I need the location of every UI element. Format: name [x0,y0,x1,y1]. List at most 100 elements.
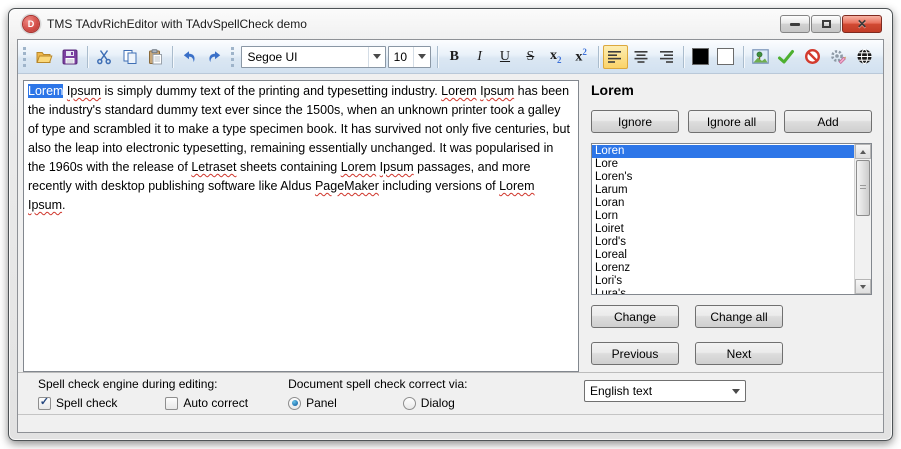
next-button[interactable]: Next [695,342,783,365]
strikethrough-button[interactable]: S [518,45,543,69]
dialog-option[interactable]: Dialog [403,396,455,410]
suggestion-item[interactable]: Loreal [592,249,854,262]
suggestion-item[interactable]: Lord's [592,236,854,249]
rich-text-editor[interactable]: Lorem Ipsum is simply dummy text of the … [23,80,579,372]
text-color-button[interactable] [688,45,713,69]
toolbar-grip[interactable] [231,47,236,67]
chevron-down-icon [373,54,381,59]
copy-button[interactable] [117,45,142,69]
suggestion-item[interactable]: Larum [592,184,854,197]
font-combo-dropdown[interactable] [368,47,385,67]
undo-button[interactable] [177,45,202,69]
save-button[interactable] [57,45,82,69]
bottom-strip [18,414,883,432]
suggestion-item[interactable]: Loran [592,197,854,210]
font-name-combo[interactable]: Segoe UI [241,46,385,68]
suggestions-listbox[interactable]: LorenLoreLoren'sLarumLoranLornLoiretLord… [591,143,872,295]
suggestion-item[interactable]: Lori's [592,275,854,288]
globe-icon [856,48,873,65]
app-window: D TMS TAdvRichEditor with TAdvSpellCheck… [8,8,893,441]
align-left-button[interactable] [603,45,628,69]
previous-button[interactable]: Previous [591,342,679,365]
caption-buttons: ✕ [780,15,882,33]
minimize-button[interactable] [780,15,810,33]
toolbar-separator [743,46,744,68]
spell-check-label: Spell check [56,396,117,410]
maximize-icon [822,20,831,28]
toolbar-grip[interactable] [23,47,28,67]
close-button[interactable]: ✕ [842,15,882,33]
scrollbar-thumb[interactable] [856,160,870,216]
suggestion-item[interactable]: Lorenz [592,262,854,275]
scroll-down-button[interactable] [855,279,871,294]
suggestion-item[interactable]: Lura's [592,288,854,294]
panel-radio[interactable] [288,397,301,410]
paste-button[interactable] [142,45,167,69]
spell-check-option[interactable]: ✓ Spell check [38,396,117,410]
language-globe-button[interactable] [851,45,877,69]
suggestion-item[interactable]: Loren's [592,171,854,184]
app-icon: D [23,16,39,32]
superscript-button[interactable]: x2 [568,45,593,69]
copy-icon [122,49,138,65]
engine-group-label: Spell check engine during editing: [38,377,248,391]
suggestions-scrollbar[interactable] [854,144,871,294]
redo-button[interactable] [202,45,227,69]
size-combo-dropdown[interactable] [413,47,430,67]
scroll-up-button[interactable] [855,144,871,159]
language-combo-dropdown[interactable] [727,381,745,401]
language-value: English text [585,384,727,398]
italic-label: I [477,49,482,65]
maximize-button[interactable] [811,15,841,33]
suggestion-item[interactable]: Loiret [592,223,854,236]
scissors-icon [96,49,112,65]
titlebar[interactable]: D TMS TAdvRichEditor with TAdvSpellCheck… [9,9,892,39]
highlight-color-button[interactable] [713,45,738,69]
client-area: Segoe UI 10 B I U S x2 x2 [17,39,884,433]
toolbar-separator [683,46,684,68]
black-color-swatch [692,48,709,65]
subscript-button[interactable]: x2 [543,45,568,69]
subscript-icon: x2 [550,48,562,65]
ignore-button[interactable]: Ignore [591,110,679,133]
auto-correct-option[interactable]: ✓ Auto correct [165,396,248,410]
cut-button[interactable] [92,45,117,69]
spellcheck-stop-button[interactable] [799,45,825,69]
font-size-value: 10 [389,50,413,64]
clipboard-icon [147,49,163,65]
spellcheck-run-button[interactable] [773,45,799,69]
align-left-icon [607,50,623,64]
suggestion-item[interactable]: Lore [592,158,854,171]
open-folder-icon [36,49,53,65]
toolbar-separator [172,46,173,68]
bold-label: B [450,49,459,65]
panel-option[interactable]: Panel [288,396,337,410]
dialog-radio[interactable] [403,397,416,410]
spell-check-checkbox[interactable]: ✓ [38,397,51,410]
insert-image-button[interactable] [748,45,773,69]
language-combo[interactable]: English text [584,380,746,402]
toolbar: Segoe UI 10 B I U S x2 x2 [18,40,883,74]
add-button[interactable]: Add [784,110,872,133]
font-size-combo[interactable]: 10 [388,46,431,68]
ignore-all-button[interactable]: Ignore all [688,110,776,133]
spellcheck-toolbar-group [773,45,877,69]
navigation-button-row: Previous Next [589,342,874,365]
change-button[interactable]: Change [591,305,679,328]
align-center-button[interactable] [628,45,653,69]
suggestion-item[interactable]: Lorn [592,210,854,223]
close-icon: ✕ [857,18,867,30]
change-all-button[interactable]: Change all [695,305,783,328]
auto-correct-checkbox[interactable]: ✓ [165,397,178,410]
green-check-icon [777,49,795,65]
suggestion-item[interactable]: Loren [592,145,854,158]
redo-arrow-icon [207,49,223,65]
spellcheck-settings-button[interactable] [825,45,851,69]
align-right-button[interactable] [654,45,679,69]
editor-text-segment: PageMaker [315,179,379,193]
open-button[interactable] [32,45,57,69]
editor-text-segment: Lorem [28,84,63,98]
underline-button[interactable]: U [492,45,517,69]
italic-button[interactable]: I [467,45,492,69]
bold-button[interactable]: B [442,45,467,69]
